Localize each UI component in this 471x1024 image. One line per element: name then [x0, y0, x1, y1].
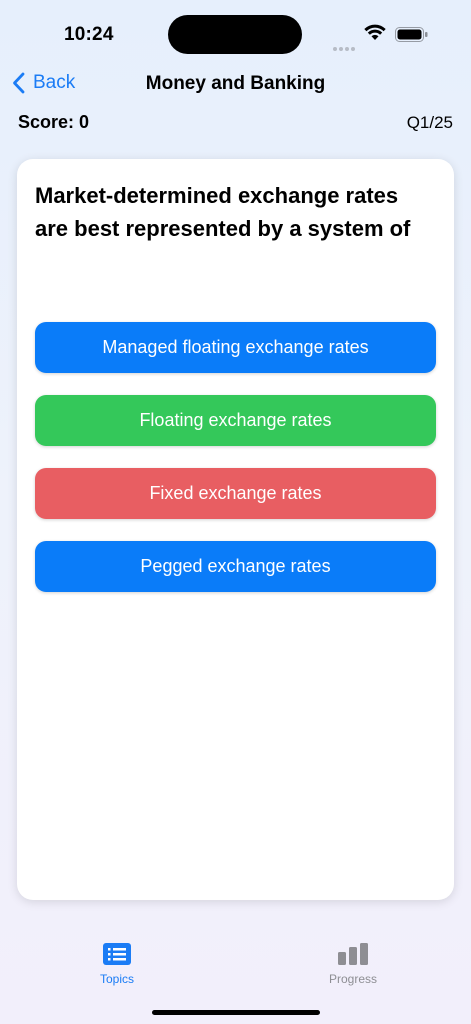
answer-option-floating[interactable]: Floating exchange rates	[35, 395, 436, 446]
wifi-icon	[364, 24, 386, 40]
tab-progress[interactable]: Progress	[303, 942, 403, 986]
navigation-bar: Back Money and Banking	[0, 64, 471, 104]
question-counter: Q1/25	[406, 113, 453, 132]
list-icon	[103, 943, 131, 965]
answer-option-fixed[interactable]: Fixed exchange rates	[35, 468, 436, 519]
dynamic-island	[168, 15, 302, 54]
bar-chart-icon	[338, 943, 368, 965]
question-card: Market-determined exchange rates are bes…	[17, 159, 454, 900]
question-text: Market-determined exchange rates are bes…	[35, 183, 411, 241]
home-indicator	[152, 1010, 320, 1015]
tab-topics-label: Topics	[99, 972, 134, 986]
status-bar: 10:24	[0, 0, 471, 70]
cellular-signal-icon	[333, 38, 357, 56]
battery-icon	[395, 27, 428, 42]
tab-topics[interactable]: Topics	[67, 942, 167, 986]
tab-progress-label: Progress	[328, 972, 378, 986]
answer-option-pegged[interactable]: Pegged exchange rates	[35, 541, 436, 592]
score-label: Score: 0	[18, 112, 90, 132]
answer-option-managed-floating[interactable]: Managed floating exchange rates	[35, 322, 436, 373]
status-time: 10:24	[64, 24, 114, 45]
page-title: Money and Banking	[145, 73, 326, 94]
